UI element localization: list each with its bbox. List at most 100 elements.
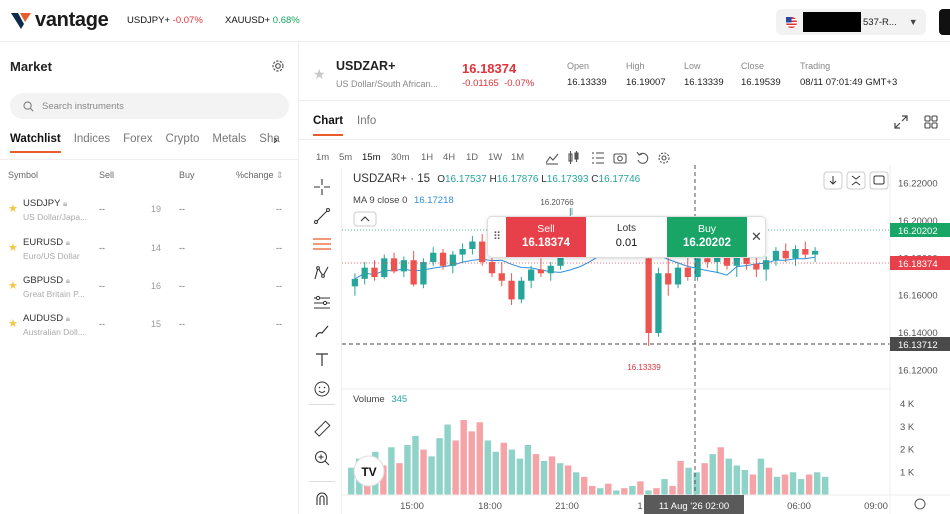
crosshair-icon[interactable] [310,175,334,199]
watchlist-row[interactable]: ★ AUDUSD 🔒︎ Australian Doll... -- 15 -- … [0,310,299,348]
timeframe-1mo[interactable]: 1M [511,152,524,163]
watchlist-row[interactable]: ★ EURUSD 🔒︎ Euro/US Dollar -- 14 -- -- [0,234,299,272]
candle-body [518,280,525,300]
ticker-xauusd[interactable]: XAUUSD+ 0.68% [225,15,300,26]
drag-handle-icon[interactable]: ⠿ [493,230,501,243]
emoji-icon[interactable] [310,377,334,401]
candle-body [459,249,466,255]
volume-bar [749,474,757,495]
row-symbol: GBPUSD 🔒︎ [23,275,71,286]
expand-icon[interactable] [894,115,908,129]
candle-body [508,280,515,300]
tab-chart[interactable]: Chart [313,115,344,136]
timeframe-1m[interactable]: 1m [316,152,329,163]
volume-bar [452,440,459,495]
candle-body [782,250,789,259]
account-selector[interactable]: 537-R... ▼ [776,9,926,35]
chevron-right-icon[interactable]: › [273,131,278,147]
tab-indices[interactable]: Indices [74,133,110,153]
volume-bar [500,442,508,495]
ticker-usdjpy[interactable]: USDJPY+ -0.07% [127,15,203,26]
brush-icon[interactable] [310,319,334,343]
timeframe-1h[interactable]: 1H [421,152,433,163]
timeframe-4h[interactable]: 4H [443,152,455,163]
volume-bar [605,483,612,495]
col-change[interactable]: %change ⇕ [236,170,284,181]
star-icon[interactable]: ★ [8,279,18,292]
ma-legend: MA 9 close 0 16.17218 [353,195,454,206]
volume-bar [460,420,467,495]
tab-forex[interactable]: Forex [123,133,152,153]
volume-bar [789,472,797,495]
favorite-star-icon[interactable]: ★ [313,66,326,83]
col-sell[interactable]: Sell [99,170,114,180]
vantage-logo[interactable]: vantage [10,9,109,32]
zoom-in-icon[interactable] [310,446,334,470]
volume-axis-label: 4 K [900,399,915,410]
col-buy[interactable]: Buy [179,170,195,180]
candle-body [753,263,760,270]
sell-button[interactable]: Sell 16.18374 [506,217,586,257]
volume-bar [629,485,636,495]
volume-bar [468,431,475,495]
volume-bar [532,454,540,495]
lots-input[interactable]: Lots 0.01 [586,223,667,249]
tab-metals[interactable]: Metals [212,133,246,153]
volume-bar [589,485,596,495]
candle-body [665,273,672,285]
timeframe-5m[interactable]: 5m [339,152,352,163]
volume-bar [661,479,668,495]
fib-retracement-icon[interactable] [310,232,334,256]
buy-button[interactable]: Buy 16.20202 [667,217,747,257]
col-symbol[interactable]: Symbol [8,170,38,180]
star-icon[interactable]: ★ [8,317,18,330]
tab-info[interactable]: Info [357,115,376,136]
timeframe-1w[interactable]: 1W [488,152,502,163]
volume-bar [580,476,588,495]
quick-trade-panel: ⠿ Sell 16.18374 Lots 0.01 Buy 16.20202 ✕ [487,216,766,258]
candle-body [430,252,437,263]
volume-bar [548,456,556,495]
timeframe-30m[interactable]: 30m [391,152,409,163]
volume-bar [492,451,500,495]
trendline-icon[interactable] [310,204,334,228]
deposit-button[interactable] [939,9,950,35]
instrument-symbol: USDZAR+ [336,59,396,73]
watchlist-row[interactable]: ★ USDJPY 🔒︎ US Dollar/Japa... -- 19 -- -… [0,195,299,233]
top-bar: vantage USDJPY+ -0.07% XAUUSD+ 0.68% 537… [0,0,950,42]
tab-crypto[interactable]: Crypto [166,133,200,153]
row-symbol: USDJPY 🔒︎ [23,198,68,209]
timeframe-15m[interactable]: 15m [362,152,380,163]
market-panel: Market Search instruments Watchlist Indi… [0,42,299,514]
volume-bar [677,460,684,495]
low-annotation: 16.13339 [627,363,661,372]
lock-icon: 🔒︎ [65,276,71,285]
candle-body [684,267,691,277]
search-input[interactable]: Search instruments [10,93,289,119]
sell-price-tag-text: 16.18374 [898,259,938,270]
volume-bar [388,447,395,495]
watchlist-row[interactable]: ★ GBPUSD 🔒︎ Great Britain P... -- 16 -- … [0,272,299,310]
volume-bar [572,472,580,495]
close-icon[interactable]: ✕ [751,229,762,245]
star-icon[interactable]: ★ [8,241,18,254]
candle-body [763,260,770,270]
ruler-icon[interactable] [310,417,334,441]
candle-body [371,267,378,277]
prediction-icon[interactable] [310,290,334,314]
star-icon[interactable]: ★ [8,202,18,215]
volume-axis-label: 2 K [900,445,915,456]
gear-icon[interactable] [271,59,285,73]
text-icon[interactable] [310,348,334,372]
magnet-icon[interactable] [310,487,334,511]
candle-body [488,262,496,274]
tab-watchlist[interactable]: Watchlist [10,133,61,153]
undo-icon [636,151,649,164]
grid-layout-icon[interactable] [924,115,938,129]
search-placeholder: Search instruments [42,100,124,112]
volume-bar [396,463,403,495]
timeframe-1d[interactable]: 1D [466,152,478,163]
pattern-icon[interactable] [310,261,334,285]
row-name: US Dollar/Japa... [23,212,88,222]
volume-bar [757,458,765,495]
